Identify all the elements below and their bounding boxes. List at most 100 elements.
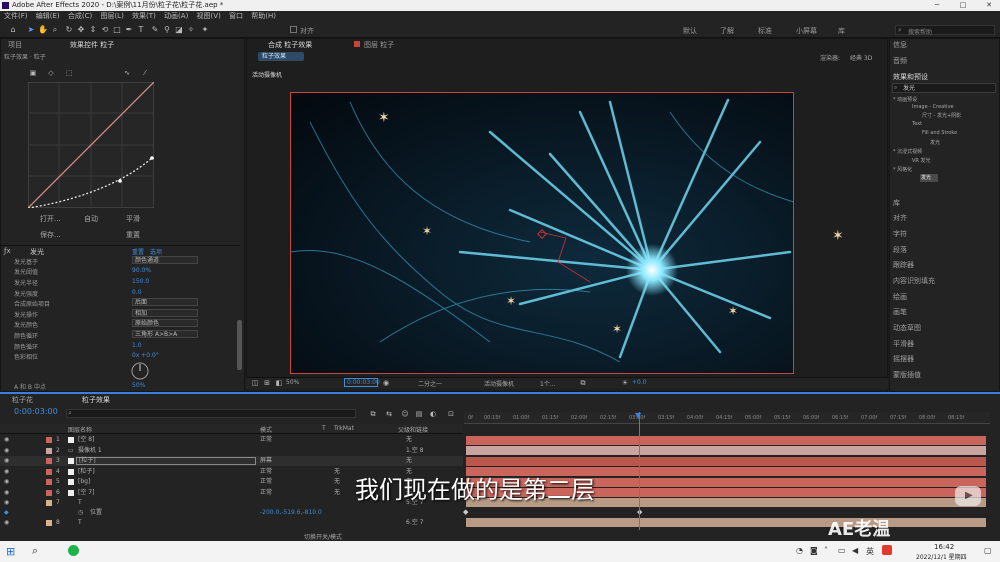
windows-start-icon[interactable]: ⊞ bbox=[6, 545, 15, 558]
curve-open-button[interactable]: 打开... bbox=[40, 214, 61, 224]
effect-reset-link[interactable]: 重置 bbox=[132, 247, 144, 256]
info-panel-tab[interactable]: 信息 bbox=[893, 40, 907, 50]
tree-item[interactable]: * 动画预设 bbox=[893, 96, 917, 103]
layer-name[interactable]: T bbox=[78, 498, 82, 508]
effect-options-link[interactable]: 选项 bbox=[150, 247, 162, 256]
panel-tab[interactable]: 绘画 bbox=[893, 292, 907, 302]
curve-save-button[interactable]: 保存... bbox=[40, 230, 61, 240]
layer-mode[interactable]: 正常 bbox=[260, 488, 272, 498]
eye-icon[interactable]: ◉ bbox=[4, 446, 9, 456]
menu-window[interactable]: 窗口 bbox=[229, 12, 243, 20]
effect-toggle-icon[interactable]: ƒx bbox=[4, 247, 11, 255]
workspace-standard[interactable]: 标准 bbox=[758, 26, 772, 36]
layer-name[interactable]: [粒子] bbox=[78, 467, 95, 477]
tree-item[interactable]: Image - Creative bbox=[912, 104, 954, 110]
layer-row[interactable]: ◉ 1 [空 8] 正常 无 bbox=[0, 435, 463, 445]
tab-layer[interactable]: 图层 粒子 bbox=[364, 40, 394, 50]
layer-name[interactable]: 摄像机 1 bbox=[78, 446, 102, 456]
menu-file[interactable]: 文件(F) bbox=[4, 12, 28, 20]
menu-layer[interactable]: 图层(L) bbox=[100, 12, 123, 20]
tab-composition[interactable]: 合成 粒子效果 bbox=[268, 40, 312, 50]
layer-row[interactable]: ◉ 8 T 6.空 7 bbox=[0, 518, 463, 528]
menu-composition[interactable]: 合成(C) bbox=[68, 12, 92, 20]
comp-mini-icon[interactable]: ⧉ bbox=[368, 409, 378, 419]
eye-icon[interactable]: ◉ bbox=[4, 435, 9, 445]
menu-effect[interactable]: 效果(T) bbox=[132, 12, 156, 20]
layer-trkmat[interactable]: 无 bbox=[334, 477, 340, 487]
toggle-icon[interactable]: ⧉ bbox=[578, 378, 588, 388]
panel-tab[interactable]: 库 bbox=[893, 198, 900, 208]
keyframe-nav-icon[interactable]: ◆ bbox=[4, 508, 9, 518]
panel-tab[interactable]: 内容识别填充 bbox=[893, 276, 935, 286]
clock-time[interactable]: 16:42 bbox=[934, 543, 954, 551]
layer-bar[interactable] bbox=[466, 446, 986, 455]
layer-parent[interactable]: 1.空 8 bbox=[406, 446, 423, 456]
label-color[interactable] bbox=[46, 469, 52, 475]
tree-item[interactable]: Text bbox=[912, 121, 922, 127]
layer-name[interactable]: [空 8] bbox=[78, 435, 94, 445]
property-value[interactable]: -200.0,-519.6,-810.0 bbox=[260, 508, 322, 518]
shy-icon[interactable]: ☺ bbox=[400, 409, 410, 419]
curve-channel-icon[interactable]: ▣ bbox=[28, 68, 38, 78]
help-search-box[interactable]: ⌕ 搜索帮助 bbox=[895, 25, 995, 36]
tree-item[interactable]: * 沉浸式视频 bbox=[893, 148, 922, 155]
panel-tab[interactable]: 跟踪器 bbox=[893, 260, 914, 270]
tree-item[interactable]: 尺寸 - 发光+阴影 bbox=[922, 112, 961, 119]
layer-mode[interactable]: 正常 bbox=[260, 477, 272, 487]
curve-reset-button[interactable]: 重置 bbox=[126, 230, 140, 240]
pan-tool-icon[interactable]: ✥ bbox=[76, 25, 86, 35]
snapshot-icon[interactable]: ◫ bbox=[250, 378, 260, 388]
eye-icon[interactable]: ◉ bbox=[4, 477, 9, 487]
layer-parent[interactable]: 6.空 7 bbox=[406, 518, 423, 528]
camera-icon[interactable]: ◉ bbox=[381, 378, 391, 388]
snap-checkbox[interactable] bbox=[290, 26, 297, 33]
prop-dropdown[interactable]: 后面 bbox=[132, 298, 198, 306]
search-icon[interactable]: ⌕ bbox=[32, 544, 38, 558]
layer-row[interactable]: ◉ 2 ▭ 摄像机 1 1.空 8 bbox=[0, 446, 463, 456]
tray-icon[interactable]: ◔ bbox=[796, 546, 803, 555]
selection-tool-icon[interactable]: ➤ bbox=[26, 25, 36, 35]
eye-icon[interactable]: ◉ bbox=[4, 518, 9, 528]
layer-bar[interactable] bbox=[466, 457, 986, 466]
curve-linear-icon[interactable]: ⬚ bbox=[64, 68, 74, 78]
text-tool-icon[interactable]: T bbox=[136, 25, 146, 35]
maximize-button[interactable]: □ bbox=[952, 0, 974, 11]
layer-parent[interactable]: 无 bbox=[406, 435, 412, 445]
panel-tab[interactable]: 对齐 bbox=[893, 213, 907, 223]
playhead-line[interactable] bbox=[639, 412, 640, 530]
tray-icon[interactable]: ◙ bbox=[810, 546, 818, 555]
home-icon[interactable]: ⌂ bbox=[8, 25, 18, 35]
layer-bar[interactable] bbox=[466, 518, 986, 527]
stopwatch-icon[interactable]: ◷ bbox=[78, 508, 83, 518]
workspace-small[interactable]: 小屏幕 bbox=[796, 26, 817, 36]
label-color[interactable] bbox=[46, 448, 52, 454]
layer-name[interactable]: [bg] bbox=[78, 477, 90, 487]
label-color[interactable] bbox=[46, 458, 52, 464]
zoom-tool-icon[interactable]: ⌕ bbox=[50, 25, 60, 35]
panel-tab[interactable]: 摇摆器 bbox=[893, 354, 914, 364]
toggle-switches-modes[interactable]: 切换开关/模式 bbox=[304, 532, 342, 541]
graph-editor-icon[interactable]: ⊡ bbox=[446, 409, 456, 419]
eye-icon[interactable]: ◉ bbox=[4, 498, 9, 508]
layer-name[interactable]: [空 7] bbox=[78, 488, 94, 498]
panel-tab[interactable]: 画笔 bbox=[893, 307, 907, 317]
panel-tab[interactable]: 段落 bbox=[893, 245, 907, 255]
motion-blur-icon[interactable]: ◐ bbox=[428, 409, 438, 419]
clone-tool-icon[interactable]: ⚲ bbox=[162, 25, 172, 35]
curve-smooth-button[interactable]: 平滑 bbox=[126, 214, 140, 224]
rectangle-tool-icon[interactable]: □ bbox=[112, 25, 122, 35]
roto-tool-icon[interactable]: ✧ bbox=[186, 25, 196, 35]
effects-search-input[interactable]: 发光 bbox=[892, 83, 996, 93]
tree-item[interactable]: Fill and Stroke bbox=[922, 130, 957, 136]
curve-auto-button[interactable]: 自动 bbox=[84, 214, 98, 224]
workspace-default[interactable]: 默认 bbox=[683, 26, 697, 36]
keyframe-icon[interactable]: ◆ bbox=[463, 508, 468, 516]
panel-tab[interactable]: 蒙版插值 bbox=[893, 370, 921, 380]
resolution-dropdown[interactable]: 二分之一 bbox=[418, 379, 442, 388]
close-button[interactable]: ✕ bbox=[978, 0, 1000, 11]
eye-icon[interactable]: ◉ bbox=[4, 456, 9, 466]
curve-toggle-icon[interactable]: ◇ bbox=[46, 68, 56, 78]
layer-mode[interactable]: 屏幕 bbox=[260, 456, 272, 466]
input-language[interactable]: 英 bbox=[866, 546, 874, 557]
minimize-button[interactable]: ─ bbox=[926, 0, 948, 11]
